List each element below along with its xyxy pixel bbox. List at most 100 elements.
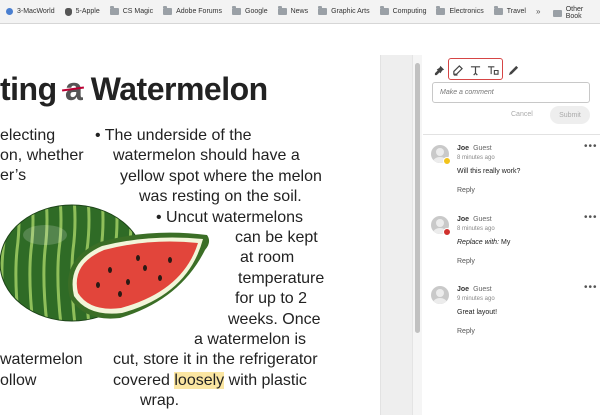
- highlight-badge-icon: [443, 157, 451, 165]
- comment-text: Great layout!: [457, 309, 498, 316]
- bookmark-travel[interactable]: Travel: [493, 6, 526, 15]
- watermelon-image: [0, 204, 210, 322]
- bookmark-label: Graphic Arts: [331, 8, 370, 15]
- reply-button[interactable]: Reply: [457, 258, 475, 265]
- text-segment: with plastic: [224, 372, 307, 389]
- text-line: temperature: [238, 270, 325, 287]
- comment-author: Joe Guest: [457, 216, 492, 223]
- draw-icon: [508, 65, 518, 75]
- replace-text-icon: [487, 65, 499, 75]
- bookmark-label: 5-Apple: [75, 8, 100, 15]
- bookmarks-overflow-button[interactable]: »: [536, 7, 540, 16]
- text-line: covered loosely with plastic: [113, 371, 307, 392]
- submit-button[interactable]: Submit: [550, 106, 590, 124]
- bookmark-other-bookmarks[interactable]: Other Book: [553, 6, 600, 20]
- bookmark-label: Other Book: [565, 6, 584, 20]
- bookmark-adobe-forums[interactable]: Adobe Forums: [163, 6, 223, 15]
- bookmark-5-apple[interactable]: 5-Apple: [64, 7, 100, 16]
- avatar: [431, 286, 449, 304]
- insert-text-icon: [470, 65, 480, 76]
- bookmark-3-macworld[interactable]: 3-MacWorld: [6, 8, 55, 15]
- text-line: watermelon should have a: [113, 147, 300, 164]
- pin-tool-button[interactable]: [432, 63, 446, 77]
- bookmark-label: Adobe Forums: [176, 8, 223, 15]
- title-prefix: ting: [0, 71, 66, 107]
- author-role: Guest: [473, 286, 492, 293]
- text-line: weeks. Once: [228, 311, 321, 328]
- bullet-line: • The underside of the: [95, 127, 252, 144]
- draw-tool-button[interactable]: [506, 63, 520, 77]
- bookmark-graphic-arts[interactable]: Graphic Arts: [318, 6, 370, 15]
- folder-icon: [163, 6, 173, 15]
- bookmark-label: Electronics: [449, 8, 484, 15]
- bookmark-label: Google: [245, 8, 268, 15]
- author-role: Guest: [473, 216, 492, 223]
- page-title: ting a Watermelon: [0, 71, 268, 108]
- more-options-icon[interactable]: •••: [584, 141, 598, 152]
- more-options-icon[interactable]: •••: [584, 212, 598, 223]
- replacement-text: My: [500, 239, 511, 246]
- comment-text: Will this really work?: [457, 168, 521, 175]
- text-line: at room: [240, 249, 295, 266]
- document-scrollbar[interactable]: [412, 55, 422, 415]
- struck-text[interactable]: a: [61, 71, 85, 107]
- folder-icon: [436, 6, 446, 15]
- cancel-button[interactable]: Cancel: [511, 111, 533, 118]
- text-line: electing: [0, 127, 56, 144]
- comment-author: Joe Guest: [457, 145, 492, 152]
- author-name: Joe: [457, 216, 470, 223]
- bookmark-cs-magic[interactable]: CS Magic: [109, 6, 154, 15]
- text-line: on, whether: [0, 147, 84, 164]
- reply-button[interactable]: Reply: [457, 328, 475, 335]
- more-options-icon[interactable]: •••: [584, 282, 598, 293]
- comment-prefix: Replace with:: [457, 239, 500, 246]
- comment-author: Joe Guest: [457, 286, 492, 293]
- text-line: watermelon: [0, 351, 83, 368]
- insert-text-tool-button[interactable]: [468, 63, 482, 77]
- text-line: a watermelon is: [194, 331, 307, 348]
- text-line: for up to 2: [235, 290, 308, 307]
- folder-icon: [553, 9, 562, 17]
- replace-badge-icon: [443, 228, 451, 236]
- pin-icon: [434, 65, 444, 75]
- bookmarks-bar: 3-MacWorld 5-Apple CS Magic Adobe Forums…: [0, 0, 600, 24]
- reply-button[interactable]: Reply: [457, 187, 475, 194]
- text-line: cut, store it in the refrigerator: [113, 351, 318, 368]
- author-name: Joe: [457, 145, 470, 152]
- comment-timestamp: 9 minutes ago: [457, 296, 495, 302]
- comment-timestamp: 8 minutes ago: [457, 226, 495, 232]
- bookmark-label: Travel: [506, 8, 526, 15]
- comments-panel: Make a comment Cancel Submit Joe Guest 8 …: [423, 55, 600, 415]
- folder-icon: [318, 6, 328, 15]
- bookmark-label: News: [290, 8, 309, 15]
- bookmark-electronics[interactable]: Electronics: [436, 6, 484, 15]
- bookmark-computing[interactable]: Computing: [379, 6, 427, 15]
- comment-input[interactable]: Make a comment: [432, 82, 590, 103]
- bookmark-label: CS Magic: [122, 8, 154, 15]
- bookmark-label: Computing: [392, 8, 427, 15]
- folder-icon: [277, 6, 287, 15]
- folder-icon: [109, 6, 119, 15]
- text-line: yellow spot where the melon: [120, 168, 322, 185]
- folder-icon: [232, 6, 242, 15]
- replace-text-tool-button[interactable]: [486, 63, 500, 77]
- comment-text: Replace with: My: [457, 239, 510, 246]
- comment-timestamp: 8 minutes ago: [457, 155, 495, 161]
- text-segment: covered: [113, 372, 170, 389]
- text-line: wrap.: [140, 392, 180, 409]
- text-line: can be kept: [235, 229, 318, 246]
- globe-icon: [6, 8, 13, 15]
- scrollbar-thumb[interactable]: [415, 63, 420, 333]
- text-line: ollow: [0, 372, 37, 389]
- highlight-tool-button[interactable]: [450, 63, 464, 77]
- bookmark-news[interactable]: News: [277, 6, 309, 15]
- document-page: ting a Watermelon electing on, whether e…: [0, 55, 380, 415]
- text-line: er’s: [0, 167, 27, 184]
- bookmark-label: 3-MacWorld: [17, 8, 55, 15]
- panel-divider: [423, 134, 600, 135]
- author-name: Joe: [457, 286, 470, 293]
- highlighted-text[interactable]: loosely: [174, 372, 225, 389]
- bookmark-google[interactable]: Google: [232, 6, 268, 15]
- folder-icon: [379, 6, 389, 15]
- apple-icon: [64, 7, 72, 16]
